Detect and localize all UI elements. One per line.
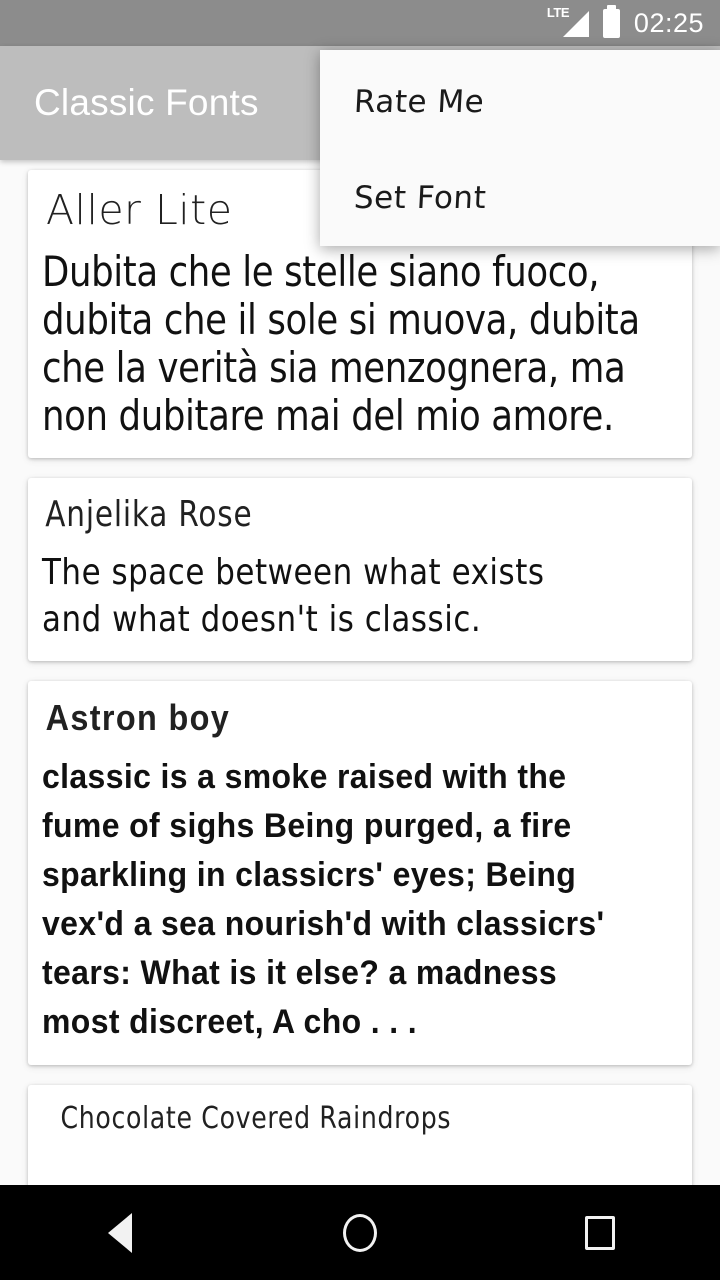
status-bar: LTE 02:25 <box>0 0 720 46</box>
phone-screen: LTE 02:25 Classic Fonts Aller Lite Dubit… <box>0 0 720 1280</box>
page-title: Classic Fonts <box>34 82 259 123</box>
signal-icon: LTE <box>547 6 589 39</box>
font-sample-text: Dubita che le stelle siano fuoco, dubita… <box>42 247 640 440</box>
font-sample-text: The space between what exists and what d… <box>42 552 545 640</box>
font-sample-text: classic is a smoke raised with the fume … <box>42 758 605 1041</box>
nav-recents-button[interactable] <box>540 1185 660 1280</box>
list-item[interactable]: Chocolate Covered Raindrops <box>28 1085 692 1185</box>
font-name-label: Astron boy <box>45 697 231 738</box>
list-item[interactable]: Astron boy classic is a smoke raised wit… <box>28 681 692 1065</box>
navigation-bar <box>0 1185 720 1280</box>
status-bar-icons: LTE 02:25 <box>547 4 704 39</box>
overflow-menu[interactable]: Rate Me Set Font <box>320 50 720 246</box>
font-name-label: Anjelika Rose <box>45 494 253 535</box>
font-name-label: Chocolate Covered Raindrops <box>60 1101 452 1136</box>
font-list[interactable]: Aller Lite Dubita che le stelle siano fu… <box>0 160 720 1185</box>
signal-bars-icon <box>562 11 589 37</box>
back-triangle-icon <box>108 1212 132 1253</box>
status-bar-clock: 02:25 <box>633 7 704 38</box>
battery-icon <box>602 4 620 38</box>
list-item[interactable]: Anjelika Rose The space between what exi… <box>28 478 692 661</box>
home-circle-icon <box>343 1213 377 1252</box>
nav-back-button[interactable] <box>60 1185 180 1280</box>
nav-home-button[interactable] <box>300 1185 420 1280</box>
recents-square-icon <box>585 1215 615 1250</box>
menu-item-set-font[interactable]: Set Font <box>317 150 720 246</box>
menu-item-rate-me[interactable]: Rate Me <box>317 54 720 150</box>
